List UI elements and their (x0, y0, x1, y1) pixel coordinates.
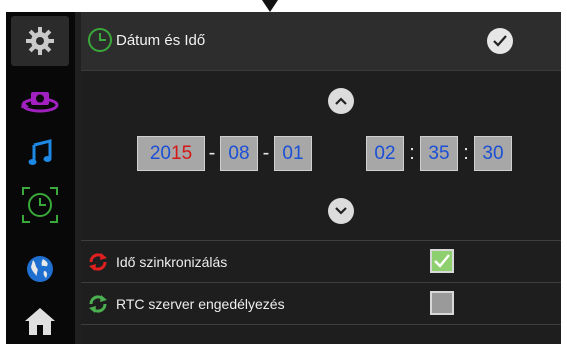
page-title: Dátum és Idő (116, 32, 206, 49)
sidebar-item-globe[interactable] (11, 244, 69, 294)
sync-icon (87, 251, 109, 278)
confirm-button[interactable] (487, 28, 513, 54)
clock-icon (87, 27, 113, 58)
list-item-time-sync: Idő szinkronizálás (81, 240, 561, 283)
day-field[interactable]: 01 (274, 136, 312, 171)
sidebar-item-home[interactable] (11, 296, 69, 344)
second-field[interactable]: 30 (474, 136, 512, 171)
increment-button[interactable] (328, 88, 354, 114)
hour-field[interactable]: 02 (366, 136, 404, 171)
settings-screen: Dátum és Idő 20 15 - 08 - 01 02 : 35 : 30 (6, 12, 561, 344)
time-separator: : (409, 142, 415, 164)
chevron-down-icon (335, 207, 347, 215)
setting-label: RTC szerver engedélyezés (116, 296, 285, 312)
date-separator: - (208, 142, 216, 164)
sidebar-item-clock[interactable] (11, 180, 69, 230)
sidebar-item-camera[interactable] (11, 76, 69, 126)
list-item-rtc-server: RTC szerver engedélyezés (81, 282, 561, 325)
year-suffix: 15 (171, 142, 193, 164)
main-panel: Dátum és Idő 20 15 - 08 - 01 02 : 35 : 30 (81, 12, 561, 344)
year-prefix: 20 (149, 142, 171, 164)
sidebar-item-music[interactable] (11, 128, 69, 178)
divider (81, 324, 561, 344)
decrement-button[interactable] (328, 198, 354, 224)
time-sync-checkbox[interactable] (430, 249, 454, 273)
sidebar-item-settings[interactable] (11, 16, 69, 66)
music-note-icon (28, 139, 52, 165)
sidebar (6, 12, 75, 344)
gear-icon (26, 27, 54, 55)
checkmark-icon (493, 35, 507, 47)
chevron-up-icon (335, 97, 347, 105)
clock-icon (22, 187, 58, 223)
refresh-icon (87, 293, 109, 320)
rtc-server-checkbox[interactable] (430, 291, 454, 315)
minute-field[interactable]: 35 (420, 136, 458, 171)
month-field[interactable]: 08 (220, 136, 258, 171)
globe-icon (27, 256, 53, 282)
camera-rotate-icon (21, 92, 59, 113)
time-separator: : (463, 142, 469, 164)
home-icon (25, 308, 55, 335)
dropdown-pointer-icon (262, 0, 278, 12)
header: Dátum és Idő (81, 12, 561, 71)
checkmark-icon (434, 254, 450, 268)
date-separator: - (262, 142, 270, 164)
year-field[interactable]: 20 15 (137, 136, 205, 171)
setting-label: Idő szinkronizálás (116, 254, 228, 270)
